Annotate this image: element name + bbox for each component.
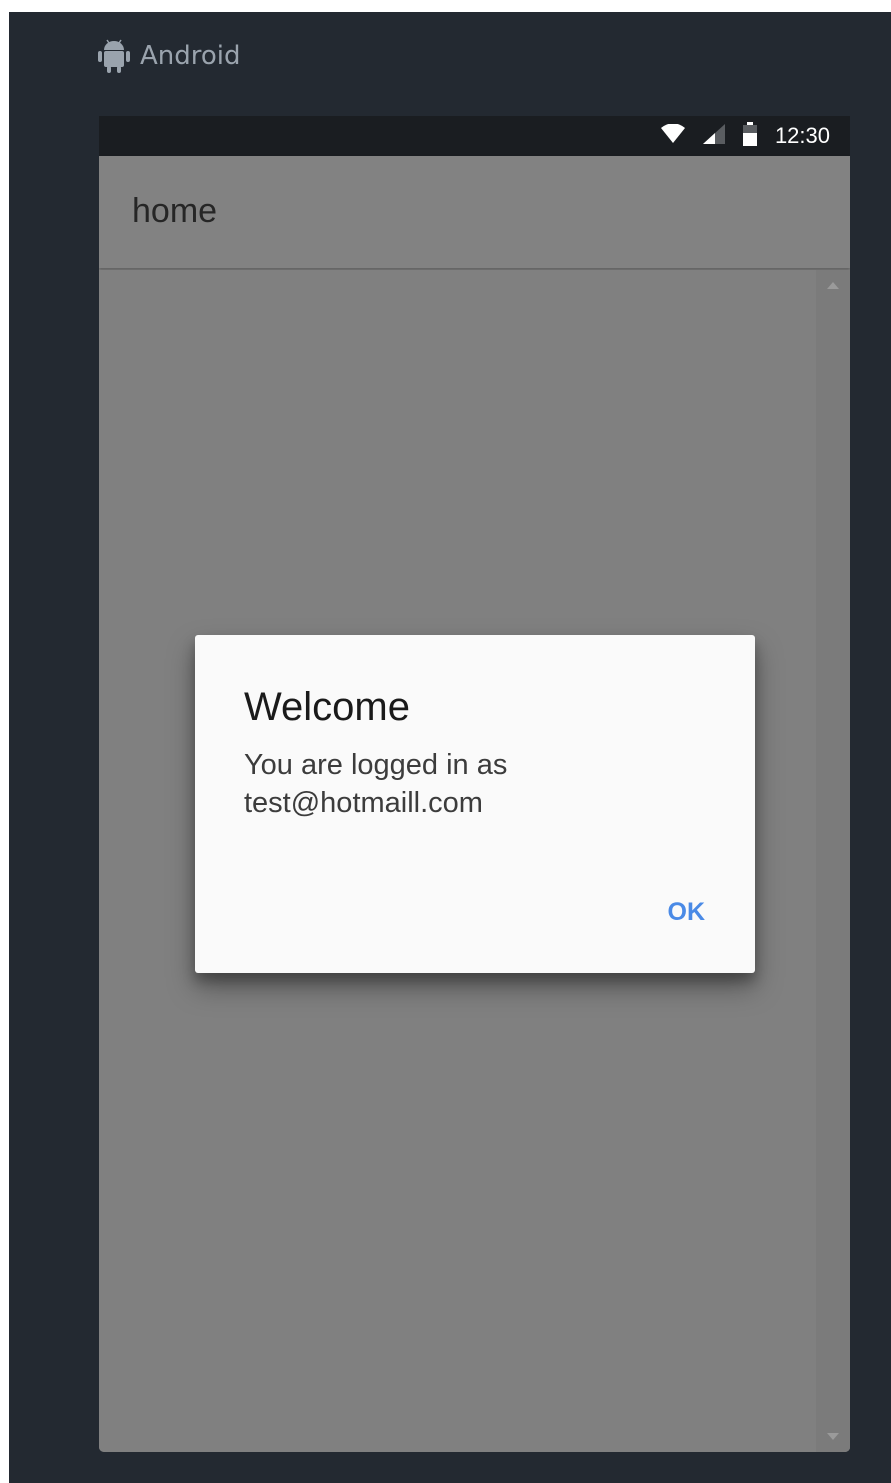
scroll-up-icon[interactable] bbox=[827, 282, 839, 289]
cell-signal-icon bbox=[702, 123, 725, 149]
wifi-icon bbox=[660, 122, 685, 149]
ok-button[interactable]: OK bbox=[646, 890, 728, 935]
android-icon bbox=[98, 39, 130, 73]
dialog-title: Welcome bbox=[244, 685, 410, 729]
app-bar: home bbox=[99, 156, 850, 268]
scrollbar[interactable] bbox=[816, 270, 850, 1452]
dialog-message: You are logged in as test@hotmaill.com bbox=[244, 749, 508, 819]
status-bar: 12:30 bbox=[99, 116, 850, 156]
platform-label: Android bbox=[98, 38, 241, 74]
welcome-dialog: Welcome You are logged in as test@hotmai… bbox=[195, 635, 755, 973]
battery-icon bbox=[742, 121, 757, 151]
page-title: home bbox=[132, 192, 218, 230]
scroll-down-icon[interactable] bbox=[827, 1433, 839, 1440]
status-clock: 12:30 bbox=[774, 123, 830, 148]
platform-name: Android bbox=[140, 41, 241, 71]
